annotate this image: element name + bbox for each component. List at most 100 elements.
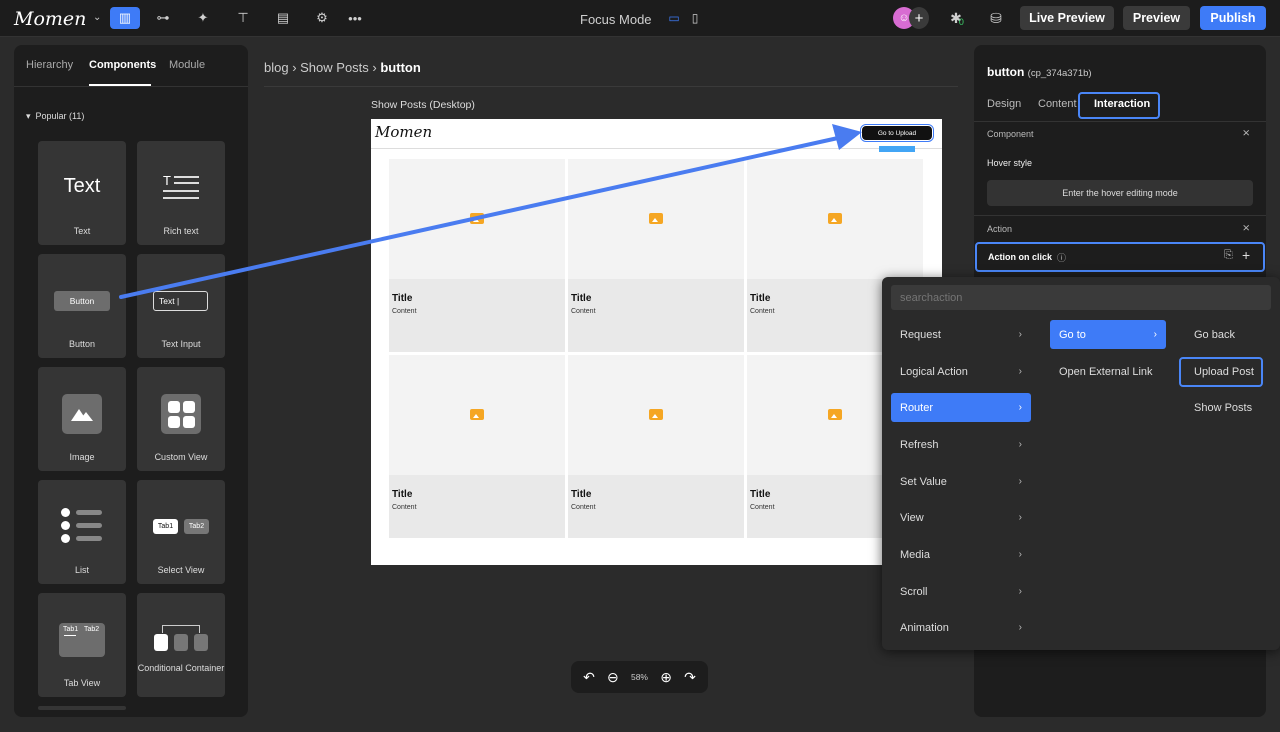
post-card[interactable]: Title Content [568, 159, 744, 352]
breadcrumb: blog › Show Posts › button [264, 60, 421, 75]
tab-design[interactable]: Design [987, 98, 1021, 110]
card-title: Title [571, 293, 592, 304]
scrollbar[interactable] [38, 706, 126, 710]
hover-editing-button[interactable]: Enter the hover editing mode [987, 180, 1253, 206]
select-tab-preview: Tab1 [153, 519, 178, 534]
post-card[interactable]: Title Content [389, 355, 565, 538]
add-collaborator-icon[interactable]: + [909, 7, 929, 29]
component-button[interactable]: Button Button [38, 254, 126, 358]
component-rich-text[interactable]: T Rich text [137, 141, 225, 245]
active-tab-indicator [89, 84, 151, 86]
collapse-icon[interactable]: ⨯ [1242, 128, 1250, 139]
card-title: Title [750, 293, 771, 304]
card-title: Title [571, 489, 592, 500]
api-icon[interactable]: ⊤ [228, 7, 258, 29]
menu-item-scroll[interactable]: Scroll › [891, 577, 1031, 606]
component-text[interactable]: Text Text [38, 141, 126, 245]
page-frame[interactable]: Momen Go to Upload Title Content Title C… [371, 119, 942, 565]
live-preview-button[interactable]: Live Preview [1020, 6, 1114, 30]
preview-button[interactable]: Preview [1123, 6, 1190, 30]
selected-component-title: button (cp_374a371b) [987, 65, 1092, 79]
breadcrumb-item[interactable]: blog [264, 60, 289, 75]
menu-item-go-back[interactable]: Go back [1185, 320, 1265, 349]
component-label: Select View [157, 565, 205, 575]
component-custom-view[interactable]: Custom View [137, 367, 225, 471]
paste-icon[interactable]: ⎘ [1224, 249, 1233, 262]
selection-size-tag [879, 146, 915, 152]
actionflow-icon[interactable]: ✦ [188, 7, 218, 29]
chevron-right-icon: › [1018, 586, 1022, 597]
popular-section-header[interactable]: ▾ Popular (11) [26, 111, 84, 122]
card-content: Content [392, 504, 417, 511]
component-label: Tab View [63, 678, 101, 688]
image-icon [649, 409, 663, 420]
chevron-right-icon: › [1018, 329, 1022, 340]
text-input-preview: Text | [153, 291, 208, 311]
card-title: Title [392, 489, 413, 500]
collapse-icon[interactable]: ⨯ [1242, 223, 1250, 234]
list-icon [61, 508, 105, 544]
app-logo[interactable]: Momen [14, 8, 86, 30]
component-tab-view[interactable]: Tab1 Tab2 Tab View [38, 593, 126, 697]
more-icon[interactable]: ••• [340, 7, 370, 29]
chevron-right-icon: › [1018, 622, 1022, 633]
breadcrumb-item[interactable]: Show Posts [300, 60, 369, 75]
card-content: Content [750, 308, 775, 315]
component-conditional-container[interactable]: Conditional Container [137, 593, 225, 697]
mobile-icon[interactable]: ▯ [687, 10, 703, 26]
menu-item-view[interactable]: View › [891, 503, 1031, 532]
menu-item-show-posts[interactable]: Show Posts [1185, 393, 1265, 422]
tab-module[interactable]: Module [169, 59, 205, 71]
frame-logo[interactable]: Momen [375, 123, 432, 141]
zoom-controls: ↶ ⊖ 58% ⊕ ↷ [571, 661, 708, 693]
tab-content[interactable]: Content [1038, 98, 1077, 110]
chevron-right-icon: › [1018, 476, 1022, 487]
help-icon[interactable]: ⓘ [1057, 251, 1066, 264]
tab-components[interactable]: Components [89, 59, 156, 71]
component-image[interactable]: Image [38, 367, 126, 471]
dashboard-icon[interactable]: ▤ [268, 7, 298, 29]
menu-item-request[interactable]: Request › [891, 320, 1031, 349]
card-title: Title [750, 489, 771, 500]
zoom-in-icon[interactable]: ⊕ [660, 669, 672, 686]
component-text-input[interactable]: Text | Text Input [137, 254, 225, 358]
publish-button[interactable]: Publish [1200, 6, 1266, 30]
go-to-upload-button[interactable]: Go to Upload [860, 124, 934, 142]
post-card[interactable]: Title Content [389, 159, 565, 352]
database-icon[interactable]: ⛁ [981, 7, 1011, 29]
menu-item-animation[interactable]: Animation › [891, 613, 1031, 642]
data-model-icon[interactable]: ⊶ [148, 7, 178, 29]
zoom-out-icon[interactable]: ⊖ [607, 669, 619, 686]
action-on-click-row[interactable]: Action on click ⓘ ⎘ + [975, 242, 1265, 272]
menu-item-router[interactable]: Router › [891, 393, 1031, 422]
component-label: Custom View [154, 452, 208, 462]
menu-item-set-value[interactable]: Set Value › [891, 467, 1031, 496]
action-on-click-label: Action on click [988, 252, 1053, 262]
frame-title[interactable]: Show Posts (Desktop) [371, 99, 475, 111]
bug-icon[interactable]: ✱ 0 [942, 7, 972, 29]
tab-hierarchy[interactable]: Hierarchy [26, 59, 73, 71]
menu-item-open-external-link[interactable]: Open External Link [1050, 357, 1166, 386]
gear-icon[interactable]: ⚙ [307, 7, 337, 29]
desktop-icon[interactable]: ▭ [666, 10, 682, 26]
add-action-icon[interactable]: + [1242, 247, 1250, 263]
menu-item-go-to[interactable]: Go to › [1050, 320, 1166, 349]
pages-icon[interactable]: ▥ [110, 7, 140, 29]
undo-icon[interactable]: ↶ [583, 669, 595, 686]
image-icon [649, 213, 663, 224]
tab-view-icon: Tab1 Tab2 [59, 623, 105, 657]
image-icon [470, 409, 484, 420]
component-label: Conditional Container [137, 663, 225, 673]
post-card[interactable]: Title Content [568, 355, 744, 538]
action-search-input[interactable] [891, 285, 1271, 310]
component-list[interactable]: List [38, 480, 126, 584]
custom-view-icon [161, 394, 201, 434]
focus-mode-label[interactable]: Focus Mode [580, 12, 652, 27]
menu-item-media[interactable]: Media › [891, 540, 1031, 569]
menu-item-logical-action[interactable]: Logical Action › [891, 357, 1031, 386]
conditional-container-icon [154, 625, 208, 651]
menu-item-refresh[interactable]: Refresh › [891, 430, 1031, 459]
component-select-view[interactable]: Tab1 Tab2 Select View [137, 480, 225, 584]
chevron-down-icon[interactable]: ⌄ [93, 12, 101, 23]
redo-icon[interactable]: ↷ [684, 669, 696, 686]
